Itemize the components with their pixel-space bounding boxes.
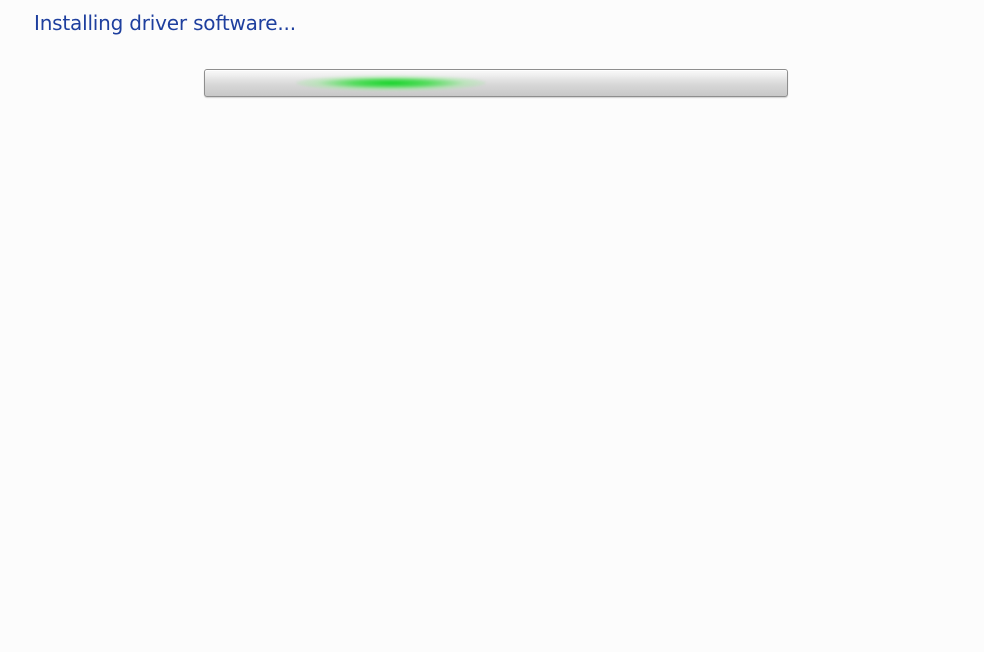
progress-bar [204,69,788,97]
progress-shine [205,70,787,79]
progress-marquee [296,75,486,91]
status-heading: Installing driver software... [34,11,296,35]
dialog-content: Installing driver software... [0,0,984,652]
